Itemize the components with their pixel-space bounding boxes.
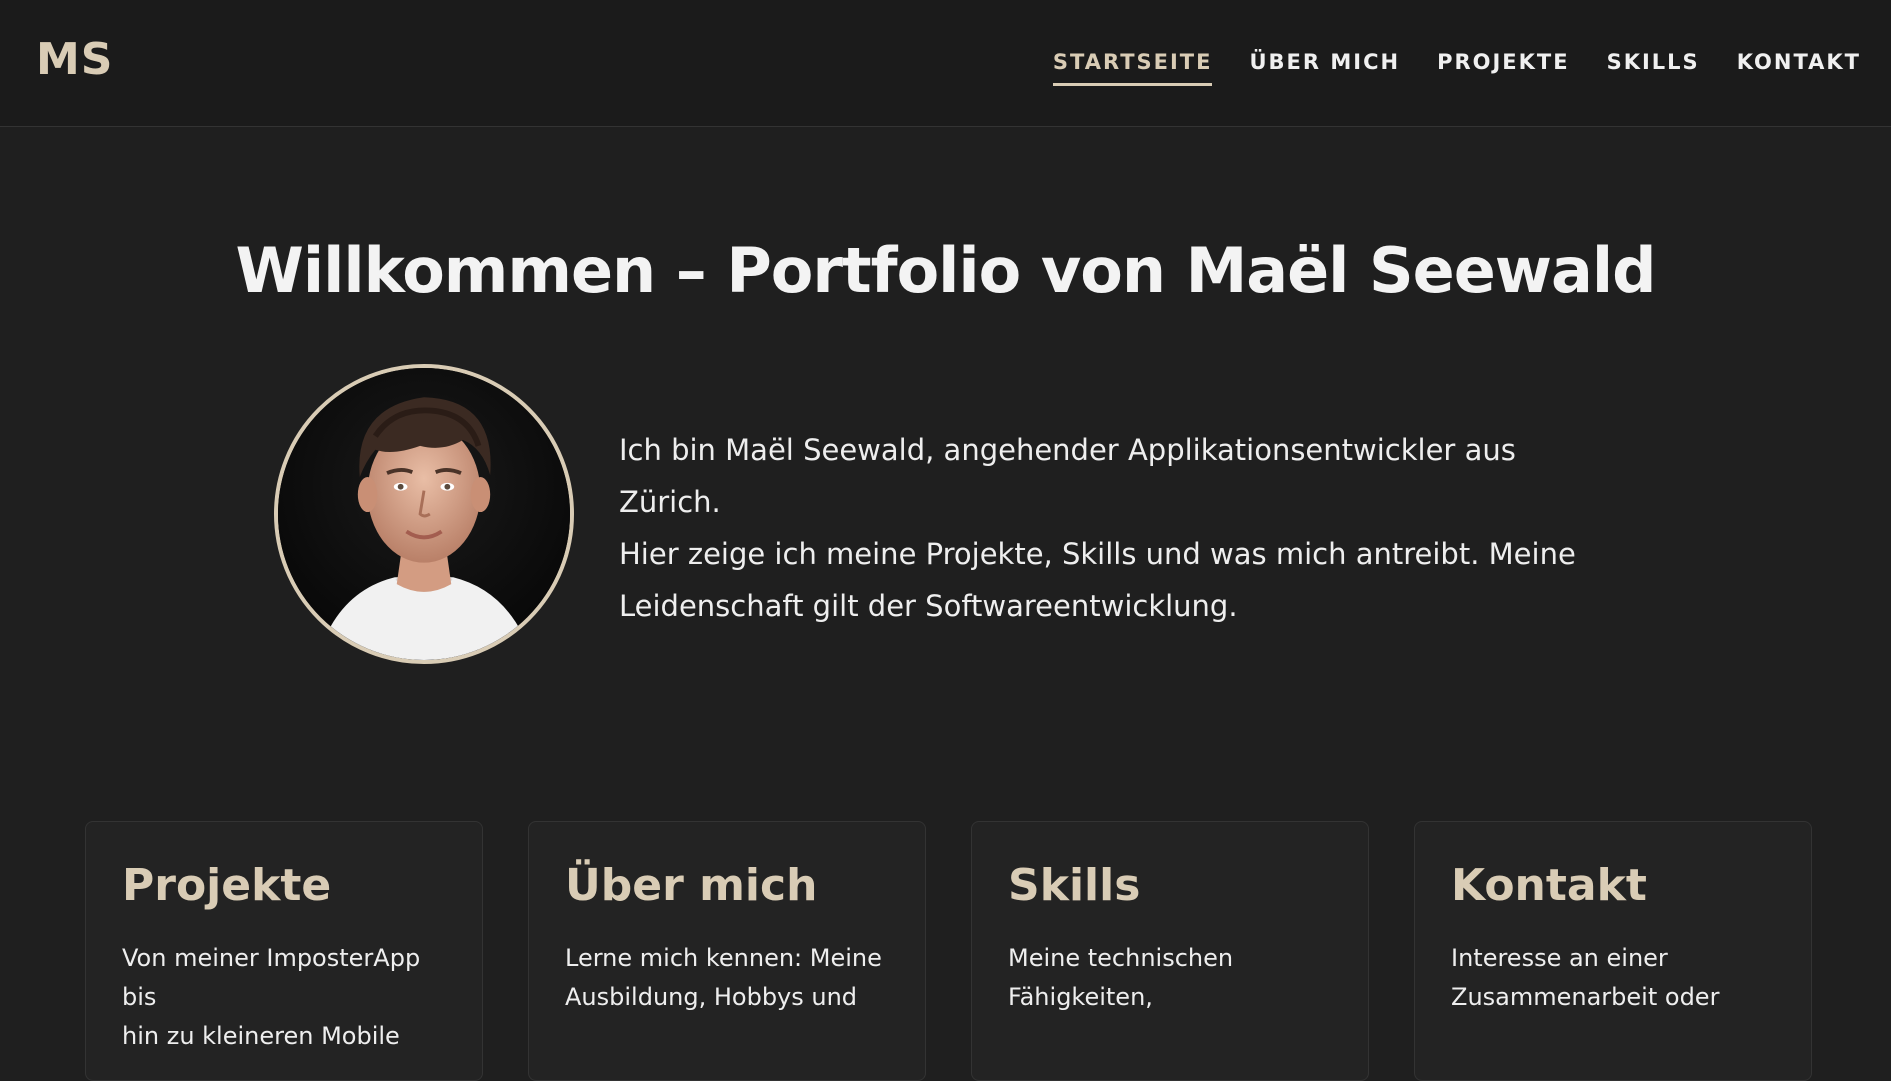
card-skills[interactable]: Skills Meine technischen Fähigkeiten, (971, 821, 1369, 1081)
card-text: Von meiner ImposterApp bis hin zu kleine… (122, 939, 446, 1056)
card-text: Lerne mich kennen: Meine Ausbildung, Hob… (565, 939, 889, 1017)
card-title: Projekte (122, 860, 332, 911)
main-nav: STARTSEITE ÜBER MICH PROJEKTE SKILLS KON… (1052, 50, 1861, 86)
nav-item-label: SKILLS (1606, 50, 1700, 74)
active-underline (1052, 83, 1213, 86)
nav-item-projekte[interactable]: PROJEKTE (1437, 50, 1570, 74)
hero-title: Willkommen – Portfolio von Maël Seewald (235, 234, 1656, 307)
card-ueber-mich[interactable]: Über mich Lerne mich kennen: Meine Ausbi… (528, 821, 926, 1081)
nav-item-startseite[interactable]: STARTSEITE (1052, 50, 1213, 86)
card-text-line: Von meiner ImposterApp bis (122, 944, 421, 1011)
intro-text: Ich bin Maël Seewald, angehender Applika… (619, 424, 1599, 632)
card-text-line: Zusammenarbeit oder (1451, 983, 1720, 1011)
nav-item-label: PROJEKTE (1437, 50, 1570, 74)
card-text-line: hin zu kleineren Mobile (122, 1022, 400, 1050)
nav-item-kontakt[interactable]: KONTAKT (1737, 50, 1861, 74)
feature-cards: Projekte Von meiner ImposterApp bis hin … (85, 821, 1812, 1081)
nav-item-label: STARTSEITE (1052, 50, 1213, 74)
site-logo[interactable]: MS (36, 34, 113, 85)
intro-line: Ich bin Maël Seewald, angehender Applika… (619, 433, 1516, 519)
card-text: Interesse an einer Zusammenarbeit oder (1451, 939, 1775, 1017)
card-text-line: Lerne mich kennen: Meine (565, 944, 882, 972)
card-title: Kontakt (1451, 860, 1647, 911)
profile-photo-illustration (278, 368, 570, 660)
nav-item-label: ÜBER MICH (1249, 50, 1401, 74)
card-text-line: Interesse an einer (1451, 944, 1668, 972)
nav-item-skills[interactable]: SKILLS (1607, 50, 1700, 74)
card-kontakt[interactable]: Kontakt Interesse an einer Zusammenarbei… (1414, 821, 1812, 1081)
card-text-line: Fähigkeiten, (1008, 983, 1153, 1011)
card-text: Meine technischen Fähigkeiten, (1008, 939, 1332, 1017)
card-title: Über mich (565, 860, 818, 911)
card-text-line: Meine technischen (1008, 944, 1234, 972)
nav-item-label: KONTAKT (1736, 50, 1861, 74)
card-projekte[interactable]: Projekte Von meiner ImposterApp bis hin … (85, 821, 483, 1081)
profile-photo (274, 364, 574, 664)
intro-line: Leidenschaft gilt der Softwareentwicklun… (619, 589, 1238, 623)
nav-item-ueber-mich[interactable]: ÜBER MICH (1249, 50, 1400, 74)
card-text-line: Ausbildung, Hobbys und (565, 983, 858, 1011)
site-header: MS STARTSEITE ÜBER MICH PROJEKTE SKILLS … (0, 0, 1891, 127)
intro-line: Hier zeige ich meine Projekte, Skills un… (619, 537, 1576, 571)
card-title: Skills (1008, 860, 1141, 911)
